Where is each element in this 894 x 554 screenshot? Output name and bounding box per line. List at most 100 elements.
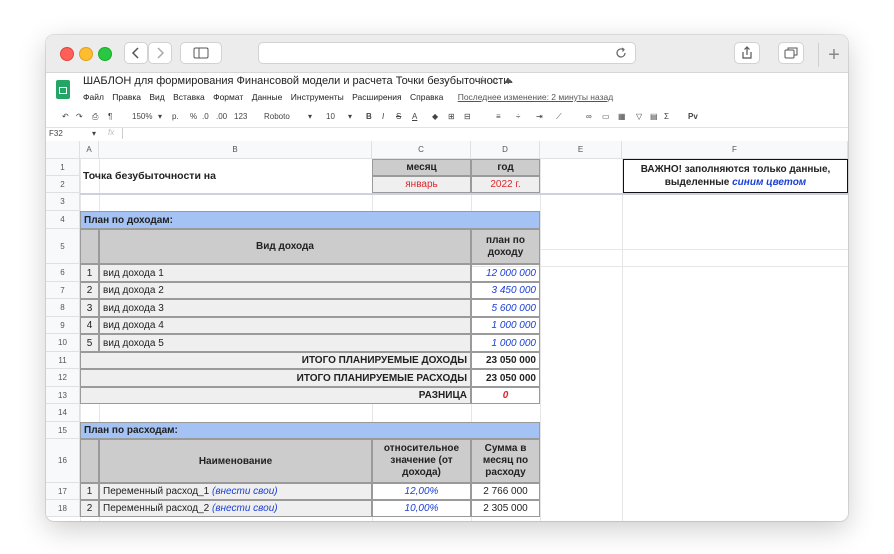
income-row-num[interactable]: 2 [80,282,99,299]
column-header-c[interactable]: C [372,141,471,159]
row-header[interactable]: 3 [46,193,80,211]
column-header-b[interactable]: B [99,141,372,159]
row-header[interactable]: 9 [46,317,80,334]
number-format-button[interactable]: 123 [234,112,247,121]
row-header[interactable]: 12 [46,369,80,387]
link-icon[interactable]: ∞ [586,112,592,121]
strikethrough-button[interactable]: S [396,112,401,121]
font-select[interactable]: Roboto [264,112,290,121]
expense-rel-header[interactable]: относительное значение (от дохода) [372,439,471,483]
zoom-select[interactable]: 150% [132,112,152,121]
expense-row-num[interactable]: 1 [80,483,99,500]
row-header[interactable]: 8 [46,299,80,317]
fill-color-icon[interactable]: ◆ [432,112,438,121]
spreadsheet-grid[interactable]: A B C D E F 1 2 3 4 5 6 7 8 9 10 11 12 1… [46,141,848,521]
difference-label[interactable]: РАЗНИЦА [80,387,471,404]
merge-icon[interactable]: ⊟ [464,112,471,121]
income-row-num[interactable]: 5 [80,334,99,352]
paint-format-icon[interactable]: ¶ [108,112,112,121]
percent-button[interactable]: % [190,112,197,121]
italic-button[interactable]: I [382,112,384,121]
column-header-a[interactable]: A [80,141,99,159]
income-row-name[interactable]: вид дохода 5 [99,334,471,352]
star-icon[interactable]: ☆ [478,75,492,86]
expense-row-num[interactable]: 2 [80,500,99,517]
move-icon[interactable]: ⌂ [492,75,503,86]
frozen-divider[interactable] [80,193,848,195]
income-plan-title[interactable]: План по доходам: [80,211,540,229]
sheets-logo-icon[interactable] [56,80,70,99]
row-header[interactable]: 11 [46,352,80,369]
important-note[interactable]: ВАЖНО! заполняются только данные, выделе… [623,159,848,193]
font-size-select[interactable]: 10 [326,112,335,121]
menu-view[interactable]: Вид [149,92,164,102]
row-header[interactable]: 10 [46,334,80,352]
column-header-f[interactable]: F [622,141,848,159]
income-row-value[interactable]: 1 000 000 [471,317,540,334]
expense-num-header[interactable] [80,439,99,483]
row-header[interactable]: 5 [46,229,80,264]
new-tab-button[interactable]: + [818,43,848,67]
menu-insert[interactable]: Вставка [173,92,205,102]
expense-row-sum[interactable]: 2 305 000 [471,500,540,517]
menu-extensions[interactable]: Расширения [352,92,401,102]
expense-row-name-cell[interactable]: Переменный расход_2 (внести свои) [99,500,372,517]
menu-format[interactable]: Формат [213,92,243,102]
income-row-name[interactable]: вид дохода 4 [99,317,471,334]
expense-plan-title[interactable]: План по расходам: [80,422,540,439]
row-header[interactable]: 13 [46,387,80,404]
income-row-name[interactable]: вид дохода 1 [99,264,471,282]
income-num-header[interactable] [80,229,99,264]
menu-file[interactable]: Файл [83,92,104,102]
expense-row-name-cell[interactable]: Переменный расход_1 (внести свои) [99,483,372,500]
rotate-icon[interactable]: ⟋ [556,112,562,122]
row-header[interactable]: 7 [46,282,80,299]
share-button[interactable] [734,42,760,64]
income-row-name[interactable]: вид дохода 3 [99,299,471,317]
total-expense-label[interactable]: ИТОГО ПЛАНИРУЕМЫЕ РАСХОДЫ [80,369,471,387]
increase-decimal-button[interactable]: .00 [216,112,227,121]
row-header[interactable]: 6 [46,264,80,282]
row-header[interactable]: 15 [46,422,80,439]
break-even-label[interactable]: Точка безубыточности на [80,159,372,193]
cloud-icon[interactable]: ☁ [503,75,518,86]
income-row-value[interactable]: 1 000 000 [471,334,540,352]
total-income-label[interactable]: ИТОГО ПЛАНИРУЕМЫЕ ДОХОДЫ [80,352,471,369]
expense-sum-header[interactable]: Сумма в месяц по расходу [471,439,540,483]
reload-icon[interactable] [615,47,627,59]
row-header[interactable]: 2 [46,176,80,193]
column-header-e[interactable]: E [540,141,622,159]
redo-icon[interactable]: ↷ [76,112,83,121]
valign-icon[interactable]: ÷ [516,112,520,121]
currency-button[interactable]: р. [172,112,179,121]
expense-name-header[interactable]: Наименование [99,439,372,483]
align-icon[interactable]: ≡ [496,112,501,121]
back-button[interactable] [124,42,148,64]
income-type-header[interactable]: Вид дохода [99,229,471,264]
name-box[interactable]: F32 [49,129,63,138]
row-header[interactable]: 4 [46,211,80,229]
row-header[interactable]: 16 [46,439,80,483]
decrease-decimal-button[interactable]: .0 [202,112,209,121]
total-income-value[interactable]: 23 050 000 [471,352,540,369]
formula-input[interactable] [122,128,123,139]
minimize-window-button[interactable] [79,47,93,61]
document-title[interactable]: ШАБЛОН для формирования Финансовой модел… [83,75,509,87]
row-header[interactable]: 1 [46,159,80,176]
menu-help[interactable]: Справка [410,92,443,102]
print-icon[interactable]: ⎙ [92,112,98,122]
sidebar-button[interactable] [180,42,222,64]
year-value[interactable]: 2022 г. [471,176,540,193]
income-row-value[interactable]: 3 450 000 [471,282,540,299]
functions-button[interactable]: Σ [664,112,669,121]
income-row-value[interactable]: 12 000 000 [471,264,540,282]
zoom-window-button[interactable] [98,47,112,61]
text-color-button[interactable]: A [412,112,417,121]
forward-button[interactable] [148,42,172,64]
column-header-d[interactable]: D [471,141,540,159]
income-row-num[interactable]: 1 [80,264,99,282]
menu-tools[interactable]: Инструменты [291,92,344,102]
income-row-num[interactable]: 3 [80,299,99,317]
expense-row-rel[interactable]: 10,00% [372,500,471,517]
income-row-num[interactable]: 4 [80,317,99,334]
